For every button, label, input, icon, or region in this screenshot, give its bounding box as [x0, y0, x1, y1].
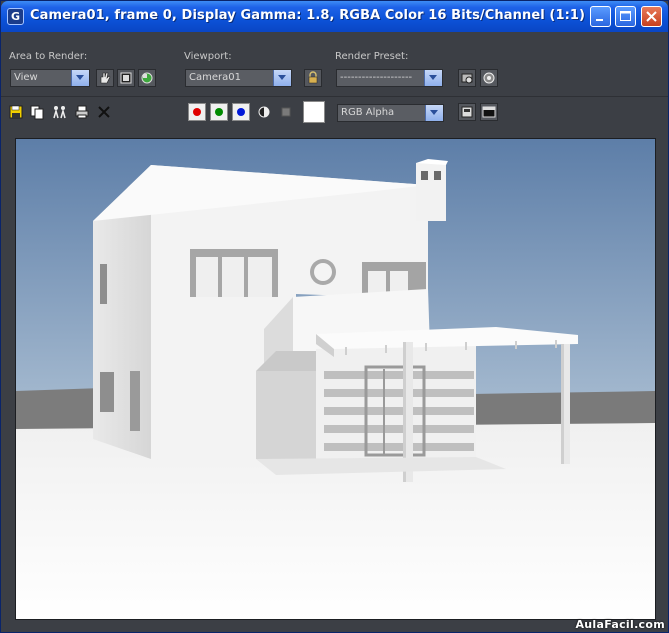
close-button[interactable] — [641, 6, 662, 27]
chevron-down-icon — [425, 105, 443, 121]
chevron-down-icon — [71, 70, 89, 86]
alpha-channel-toggle[interactable] — [255, 103, 273, 121]
save-image-button[interactable] — [7, 103, 25, 121]
rendered-image-viewport[interactable] — [15, 138, 656, 620]
print-image-button[interactable] — [73, 103, 91, 121]
lock-viewport-button[interactable] — [304, 69, 322, 87]
clear-icon — [98, 106, 110, 118]
save-icon — [9, 105, 23, 119]
red-channel-icon — [193, 108, 201, 116]
monochrome-toggle[interactable] — [277, 103, 295, 121]
color-swatch[interactable] — [303, 101, 325, 123]
clear-button[interactable] — [95, 103, 113, 121]
print-icon — [75, 105, 89, 119]
frame-buffer-icon — [482, 106, 496, 118]
viewport-label: Viewport: — [184, 51, 232, 62]
title-bar[interactable]: G Camera01, frame 0, Display Gamma: 1.8,… — [1, 1, 668, 32]
watermark-text: AulaFacil.com — [575, 618, 665, 631]
chevron-down-icon — [273, 70, 291, 86]
close-icon — [646, 11, 657, 22]
render-button[interactable] — [138, 69, 156, 87]
edit-region-button[interactable] — [96, 69, 114, 87]
render-preset-label: Render Preset: — [335, 51, 409, 62]
render-icon — [141, 72, 153, 84]
maximize-icon — [620, 11, 631, 21]
rendered-house-image — [16, 139, 655, 619]
area-to-render-dropdown[interactable]: View — [10, 69, 90, 87]
green-channel-icon — [215, 108, 223, 116]
red-channel-toggle[interactable] — [188, 103, 206, 121]
area-to-render-label: Area to Render: — [9, 51, 88, 62]
viewport-dropdown[interactable]: Camera01 — [185, 69, 292, 87]
render-preset-value: -------------------- — [340, 72, 413, 83]
window-title: Camera01, frame 0, Display Gamma: 1.8, R… — [30, 8, 586, 23]
render-setup-button[interactable] — [458, 69, 476, 87]
toolbar-separator — [1, 96, 668, 97]
area-to-render-value: View — [14, 72, 38, 83]
environment-icon — [483, 72, 495, 84]
green-channel-toggle[interactable] — [210, 103, 228, 121]
clone-window-button[interactable] — [50, 103, 68, 121]
mono-icon — [281, 107, 291, 117]
render-setup-icon — [461, 73, 473, 84]
copy-icon — [30, 105, 44, 120]
edit-region-icon — [100, 72, 111, 84]
blue-channel-toggle[interactable] — [232, 103, 250, 121]
minimize-icon — [596, 19, 603, 21]
minimize-button[interactable] — [590, 6, 611, 27]
chevron-down-icon — [424, 70, 442, 86]
clone-window-icon — [53, 106, 66, 119]
lock-icon — [308, 71, 318, 84]
auto-region-icon — [120, 72, 132, 84]
environment-button[interactable] — [480, 69, 498, 87]
render-preset-dropdown[interactable]: -------------------- — [336, 69, 443, 87]
maximize-button[interactable] — [615, 6, 636, 27]
copy-image-button[interactable] — [28, 103, 46, 121]
auto-region-button[interactable] — [117, 69, 135, 87]
render-frame-window: G Camera01, frame 0, Display Gamma: 1.8,… — [0, 0, 669, 633]
alpha-toggle-icon — [258, 106, 270, 118]
display-toggle-icon — [461, 106, 473, 118]
display-toggle-button[interactable] — [458, 103, 476, 121]
display-channel-value: RGB Alpha — [341, 107, 395, 118]
blue-channel-icon — [237, 108, 245, 116]
app-icon[interactable]: G — [7, 8, 24, 25]
frame-buffer-button[interactable] — [480, 103, 498, 121]
display-channel-dropdown[interactable]: RGB Alpha — [337, 104, 444, 122]
viewport-value: Camera01 — [189, 72, 241, 83]
